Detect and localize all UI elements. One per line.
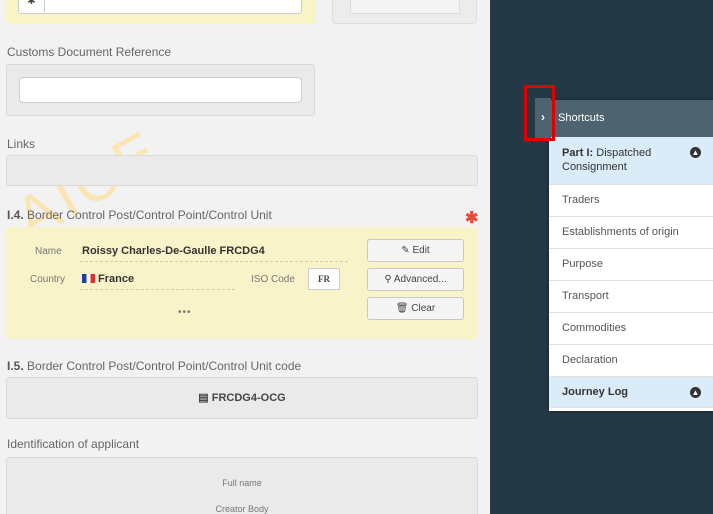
highlight-box <box>524 85 555 141</box>
links-box[interactable] <box>6 155 478 186</box>
previous-input-field[interactable] <box>18 0 302 14</box>
links-label: Links <box>7 137 36 151</box>
edit-icon: ✎ <box>401 245 413 256</box>
shortcut-purpose[interactable]: Purpose <box>549 249 713 281</box>
trash-icon: 🗑 <box>395 303 412 314</box>
applicant-section-title: Identification of applicant <box>7 437 140 451</box>
edit-button[interactable]: ✎ Edit <box>367 239 464 262</box>
bcp-section-title: I.4. Border Control Post/Control Point/C… <box>7 208 272 222</box>
name-underline <box>80 261 348 262</box>
shortcut-establishments[interactable]: Establishments of origin <box>549 217 713 249</box>
bcp-name-label: Name <box>35 246 62 257</box>
shortcut-journey-log[interactable]: Journey Log ▲ <box>549 377 713 408</box>
customs-document-reference-label: Customs Document Reference <box>7 45 172 59</box>
clear-button[interactable]: 🗑 Clear <box>367 297 464 320</box>
bcp-code-section-title: I.5. Border Control Post/Control Point/C… <box>7 359 301 373</box>
creator-body-label: Creator Body <box>215 504 269 514</box>
bcp-country-label: Country <box>30 274 66 285</box>
id-card-icon: ▤ <box>198 392 212 404</box>
shortcut-declaration[interactable]: Declaration <box>549 345 713 377</box>
country-underline <box>80 289 235 290</box>
circle-up-icon: ▲ <box>690 387 701 398</box>
bcp-code-box: ▤ FRCDG4-OCG <box>6 377 478 419</box>
bcp-section-number: I.4. <box>7 208 24 222</box>
shortcut-transport[interactable]: Transport <box>549 281 713 313</box>
pin-icon[interactable]: ✱ <box>19 0 45 12</box>
bcp-code-section-number: I.5. <box>7 359 24 373</box>
bcp-section-text: Border Control Post/Control Point/Contro… <box>27 208 272 222</box>
france-flag-icon <box>82 274 95 283</box>
circle-up-icon: ▲ <box>690 147 701 158</box>
iso-code-value: FR <box>308 268 340 290</box>
required-icon: ✱ <box>465 210 479 227</box>
bcp-name-value: Roissy Charles-De-Gaulle FRCDG4 <box>82 245 265 257</box>
customs-document-reference-input[interactable] <box>19 77 302 103</box>
shortcuts-panel: Shortcuts Part I: Dispatched Consignment… <box>549 100 713 411</box>
bcp-country-text: France <box>98 273 135 285</box>
form-panel: AICE ✱ Customs Document Reference Links … <box>0 0 490 514</box>
shortcuts-header[interactable]: Shortcuts <box>549 100 713 137</box>
search-icon: ⚲ <box>384 274 394 285</box>
full-name-label: Full name <box>222 478 262 488</box>
bcp-country-value: France <box>82 273 134 285</box>
shortcut-part-1[interactable]: Part I: Dispatched Consignment ▲ <box>549 137 713 185</box>
previous-side-field[interactable] <box>350 0 460 14</box>
bcp-code-value: FRCDG4-OCG <box>211 392 286 404</box>
shortcut-traders[interactable]: Traders <box>549 185 713 217</box>
more-dots[interactable]: ••• <box>178 307 192 318</box>
shortcut-commodities[interactable]: Commodities <box>549 313 713 345</box>
bcp-code-section-text: Border Control Post/Control Point/Contro… <box>27 359 302 373</box>
iso-code-label: ISO Code <box>251 274 295 285</box>
advanced-button[interactable]: ⚲ Advanced... <box>367 268 464 291</box>
